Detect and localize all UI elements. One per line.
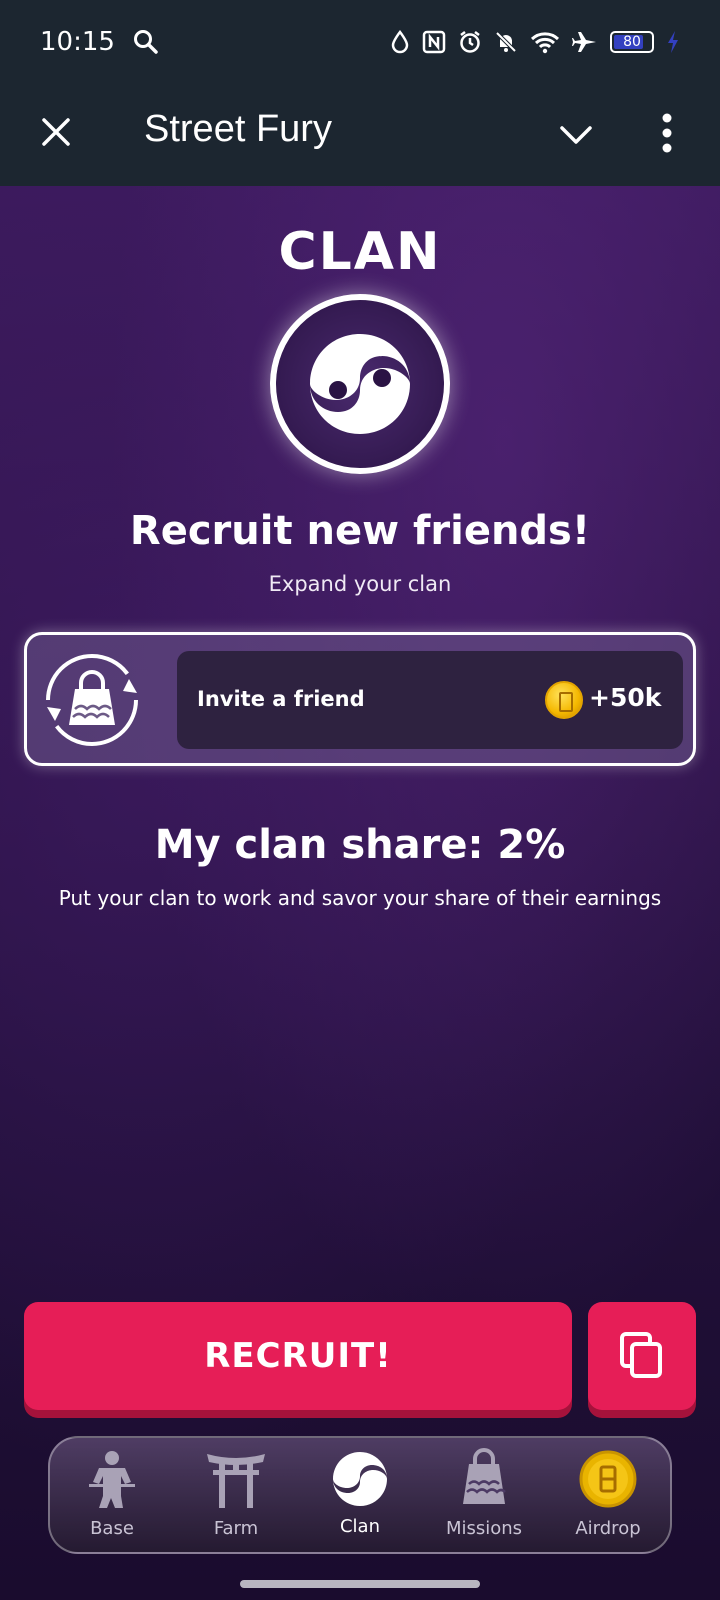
- close-icon: [42, 118, 70, 146]
- coin-icon: [579, 1450, 637, 1508]
- invite-friend-label: Invite a friend: [197, 687, 365, 711]
- nav-item-airdrop[interactable]: Airdrop: [546, 1438, 670, 1552]
- more-options-button[interactable]: [652, 110, 682, 156]
- bell-off-icon: [495, 31, 517, 53]
- clan-emblem-icon: [270, 294, 450, 474]
- nav-label-airdrop: Airdrop: [575, 1518, 641, 1539]
- more-vert-icon: [662, 113, 672, 153]
- nav-label-base: Base: [90, 1518, 134, 1539]
- battery-level: 80: [623, 34, 641, 50]
- airplane-icon: [572, 32, 596, 52]
- nav-label-missions: Missions: [445, 1518, 523, 1539]
- nav-item-base[interactable]: Base: [50, 1438, 174, 1552]
- water-drop-icon: [391, 30, 409, 54]
- clan-emblem-icon: [333, 1452, 387, 1506]
- nav-item-farm[interactable]: Farm: [174, 1438, 298, 1552]
- bottom-nav: Base Farm Clan Missions Airdrop: [48, 1436, 672, 1554]
- charging-icon: [668, 31, 678, 53]
- coin-icon: [545, 681, 583, 719]
- clan-share-title: My clan share: 2%: [154, 822, 566, 868]
- invite-reward: +50k: [589, 683, 662, 712]
- nav-label-farm: Farm: [213, 1518, 259, 1539]
- nav-item-clan[interactable]: Clan: [298, 1438, 422, 1552]
- clan-share-subtitle: Put your clan to work and savor your sha…: [58, 886, 662, 910]
- status-bar: 10:15 80: [0, 0, 720, 84]
- copy-link-button[interactable]: [588, 1302, 696, 1410]
- nav-item-missions[interactable]: Missions: [422, 1438, 546, 1552]
- nfc-icon: [422, 30, 446, 54]
- recruit-button-label: RECRUIT!: [204, 1336, 392, 1376]
- chevron-down-button[interactable]: [556, 114, 596, 154]
- wifi-icon: [530, 32, 560, 54]
- page-title: CLAN: [278, 222, 442, 282]
- recruit-button[interactable]: RECRUIT!: [24, 1302, 572, 1410]
- status-icons: 80: [390, 30, 680, 54]
- fighter-icon: [89, 1451, 135, 1508]
- battery-icon: 80: [610, 31, 654, 53]
- status-time: 10:15: [40, 27, 115, 57]
- copy-icon: [620, 1332, 662, 1378]
- close-button[interactable]: [36, 112, 76, 152]
- invite-friend-card[interactable]: Invite a friend +50k: [24, 632, 696, 766]
- game-view: CLAN Recruit new friends! Expand your cl…: [0, 186, 720, 1600]
- torii-gate-icon: [207, 1454, 265, 1508]
- recruit-subtitle: Expand your clan: [268, 572, 452, 596]
- bag-refresh-icon: [41, 649, 143, 751]
- invite-friend-row[interactable]: Invite a friend +50k: [177, 651, 683, 749]
- recruit-title: Recruit new friends!: [129, 508, 591, 554]
- search-icon: [133, 29, 159, 55]
- app-bar: Street Fury: [0, 84, 720, 186]
- nav-label-clan: Clan: [339, 1516, 380, 1537]
- app-title: Street Fury: [144, 108, 332, 150]
- alarm-icon: [460, 31, 480, 53]
- home-indicator[interactable]: [240, 1580, 480, 1588]
- chevron-down-icon: [560, 126, 592, 144]
- bag-icon: [463, 1448, 506, 1504]
